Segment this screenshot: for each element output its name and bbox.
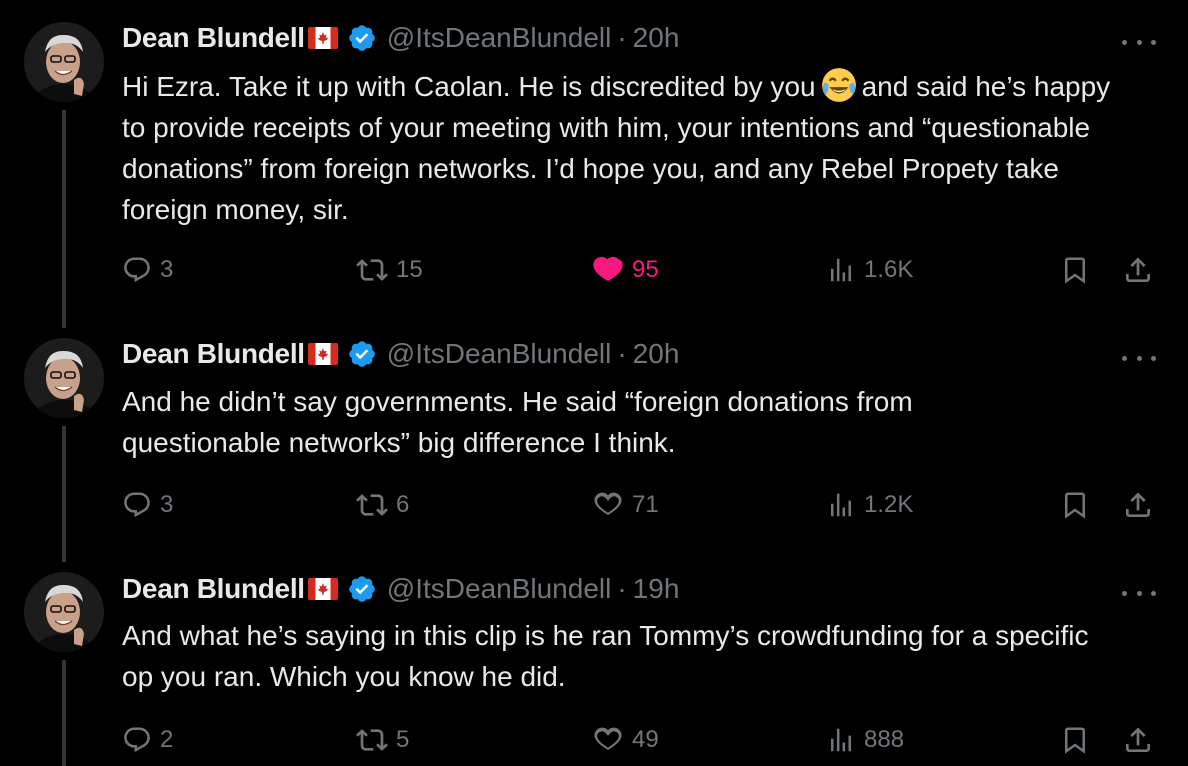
reply-button[interactable]: 3 bbox=[122, 485, 173, 525]
reply-icon bbox=[122, 490, 152, 520]
like-count: 95 bbox=[632, 256, 659, 283]
author-name[interactable]: Dean Blundell bbox=[122, 22, 305, 54]
views-button[interactable]: 888 bbox=[826, 720, 904, 760]
reply-icon bbox=[122, 255, 152, 285]
reply-count: 3 bbox=[160, 256, 174, 283]
views-icon bbox=[826, 255, 856, 285]
like-count: 71 bbox=[632, 491, 659, 518]
reply-button[interactable]: 3 bbox=[122, 250, 173, 290]
repost-count: 5 bbox=[396, 726, 410, 753]
separator-dot: · bbox=[617, 573, 627, 604]
bookmark-icon bbox=[1060, 490, 1090, 520]
bookmark-icon bbox=[1060, 725, 1090, 755]
repost-icon bbox=[356, 724, 388, 756]
bookmark-icon bbox=[1060, 255, 1090, 285]
repost-icon bbox=[356, 254, 388, 286]
reply-icon bbox=[122, 725, 152, 755]
bookmark-button[interactable] bbox=[1060, 250, 1090, 290]
share-button[interactable] bbox=[1122, 485, 1154, 525]
avatar[interactable] bbox=[24, 338, 104, 418]
author-name[interactable]: Dean Blundell bbox=[122, 573, 305, 605]
repost-button[interactable]: 5 bbox=[356, 720, 409, 760]
bookmark-button[interactable] bbox=[1060, 720, 1090, 760]
tweet-text: And he didn’t say governments. He said “… bbox=[122, 386, 913, 458]
like-button[interactable]: 95 bbox=[592, 250, 659, 290]
verified-badge-icon[interactable] bbox=[347, 339, 377, 369]
tweet-text: And what he’s saying in this clip is he … bbox=[122, 620, 1089, 692]
tweet-text: Hi Ezra. Take it up with Caolan. He is d… bbox=[122, 66, 1132, 230]
repost-button[interactable]: 15 bbox=[356, 250, 423, 290]
share-icon bbox=[1122, 489, 1154, 521]
verified-badge-icon[interactable] bbox=[347, 574, 377, 604]
author-handle[interactable]: @ItsDeanBlundell bbox=[387, 338, 612, 370]
thread-line bbox=[62, 426, 66, 562]
views-icon bbox=[826, 490, 856, 520]
action-bar: 3 15 95 1.6K bbox=[122, 250, 1158, 290]
face-with-tears-of-joy-emoji bbox=[820, 66, 858, 104]
reply-count: 3 bbox=[160, 491, 174, 518]
reply-count: 2 bbox=[160, 726, 174, 753]
like-count: 49 bbox=[632, 726, 659, 753]
canada-flag-icon bbox=[308, 578, 338, 600]
action-bar: 3 6 71 1.2K bbox=[122, 485, 1158, 525]
views-count: 1.2K bbox=[864, 491, 914, 518]
tweet-text-part: Hi Ezra. Take it up with Caolan. He is d… bbox=[122, 71, 816, 102]
share-icon bbox=[1122, 254, 1154, 286]
reply-button[interactable]: 2 bbox=[122, 720, 173, 760]
separator-dot: · bbox=[617, 22, 627, 53]
share-icon bbox=[1122, 724, 1154, 756]
canada-flag-icon bbox=[308, 343, 338, 365]
avatar[interactable] bbox=[24, 22, 104, 102]
more-icon[interactable] bbox=[1122, 583, 1156, 603]
action-bar: 2 5 49 888 bbox=[122, 720, 1158, 760]
repost-button[interactable]: 6 bbox=[356, 485, 409, 525]
like-button[interactable]: 49 bbox=[592, 720, 659, 760]
views-count: 888 bbox=[864, 726, 905, 753]
repost-count: 15 bbox=[396, 256, 423, 283]
canada-flag-icon bbox=[308, 27, 338, 49]
repost-count: 6 bbox=[396, 491, 410, 518]
more-icon[interactable] bbox=[1122, 348, 1156, 368]
author-name[interactable]: Dean Blundell bbox=[122, 338, 305, 370]
tweet-header: Dean Blundell @ItsDeanBlundell · 20h bbox=[122, 22, 679, 54]
views-button[interactable]: 1.2K bbox=[826, 485, 913, 525]
like-icon bbox=[592, 489, 624, 521]
share-button[interactable] bbox=[1122, 720, 1154, 760]
more-icon[interactable] bbox=[1122, 32, 1156, 52]
bookmark-button[interactable] bbox=[1060, 485, 1090, 525]
views-count: 1.6K bbox=[864, 256, 914, 283]
avatar[interactable] bbox=[24, 572, 104, 652]
like-button[interactable]: 71 bbox=[592, 485, 659, 525]
thread-line bbox=[62, 110, 66, 328]
like-icon bbox=[592, 724, 624, 756]
separator-dot: · bbox=[617, 338, 627, 369]
repost-icon bbox=[356, 489, 388, 521]
timestamp[interactable]: 19h bbox=[633, 573, 680, 605]
verified-badge-icon[interactable] bbox=[347, 23, 377, 53]
like-icon bbox=[592, 254, 624, 286]
timestamp[interactable]: 20h bbox=[633, 338, 680, 370]
author-handle[interactable]: @ItsDeanBlundell bbox=[387, 573, 612, 605]
views-icon bbox=[826, 725, 856, 755]
tweet-header: Dean Blundell @ItsDeanBlundell · 19h bbox=[122, 573, 679, 605]
thread-line bbox=[62, 660, 66, 766]
author-handle[interactable]: @ItsDeanBlundell bbox=[387, 22, 612, 54]
share-button[interactable] bbox=[1122, 250, 1154, 290]
timestamp[interactable]: 20h bbox=[633, 22, 680, 54]
tweet-header: Dean Blundell @ItsDeanBlundell · 20h bbox=[122, 338, 679, 370]
views-button[interactable]: 1.6K bbox=[826, 250, 913, 290]
